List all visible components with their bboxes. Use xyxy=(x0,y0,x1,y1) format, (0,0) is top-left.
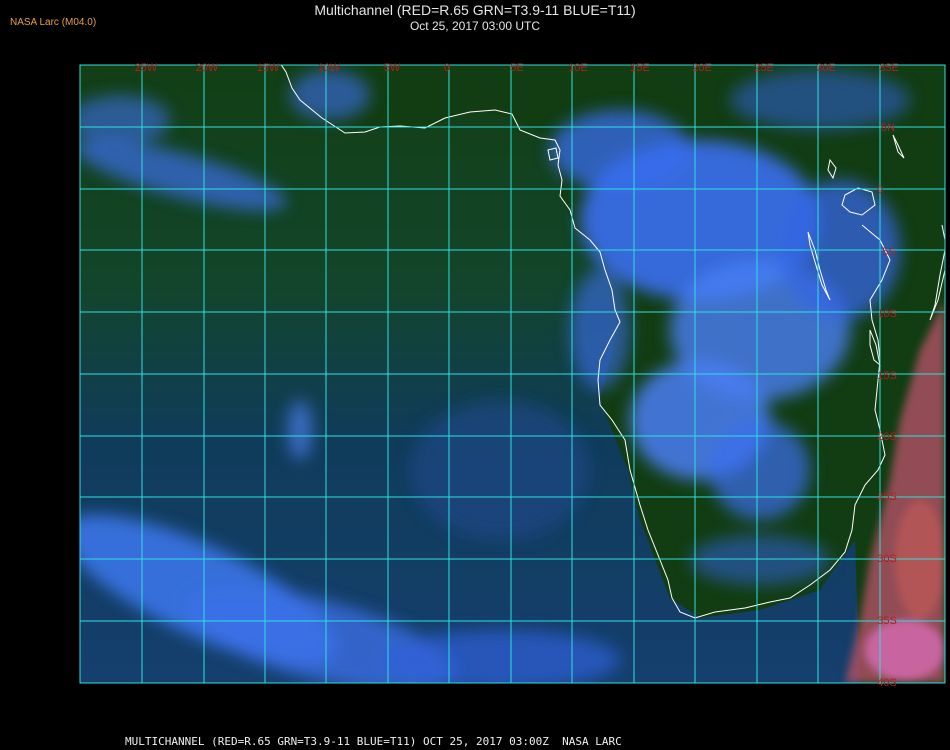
lon-label: 25W xyxy=(135,62,158,74)
lon-label: 25E xyxy=(754,62,774,74)
lon-label: 10W xyxy=(318,62,341,74)
lon-label: 5W xyxy=(384,62,401,74)
lon-label: 0 xyxy=(444,62,450,74)
lon-label: 30E xyxy=(816,62,836,74)
lon-label: 35E xyxy=(879,62,899,74)
lat-label: 0 xyxy=(877,184,883,196)
lat-label: 10S xyxy=(877,308,897,320)
lat-label: 5S xyxy=(882,246,895,258)
lat-label: 30S xyxy=(877,553,897,565)
lon-label: 15E xyxy=(630,62,650,74)
lat-label: 40S xyxy=(877,677,897,689)
lat-label: 5N xyxy=(881,122,895,134)
lon-label: 5E xyxy=(510,62,523,74)
lon-label: 10E xyxy=(568,62,588,74)
lon-label: 15W xyxy=(257,62,280,74)
lat-label: 15S xyxy=(877,370,897,382)
lat-label: 35S xyxy=(877,615,897,627)
lat-label: 20S xyxy=(877,431,897,443)
lon-label: 20W xyxy=(196,62,219,74)
lon-label: 20E xyxy=(692,62,712,74)
footer-caption: MULTICHANNEL (RED=R.65 GRN=T3.9-11 BLUE=… xyxy=(125,735,622,748)
lat-label: 25S xyxy=(877,491,897,503)
satellite-map: 25W 20W 15W 10W 5W 0 5E 10E 15E 20E 25E … xyxy=(79,62,946,725)
